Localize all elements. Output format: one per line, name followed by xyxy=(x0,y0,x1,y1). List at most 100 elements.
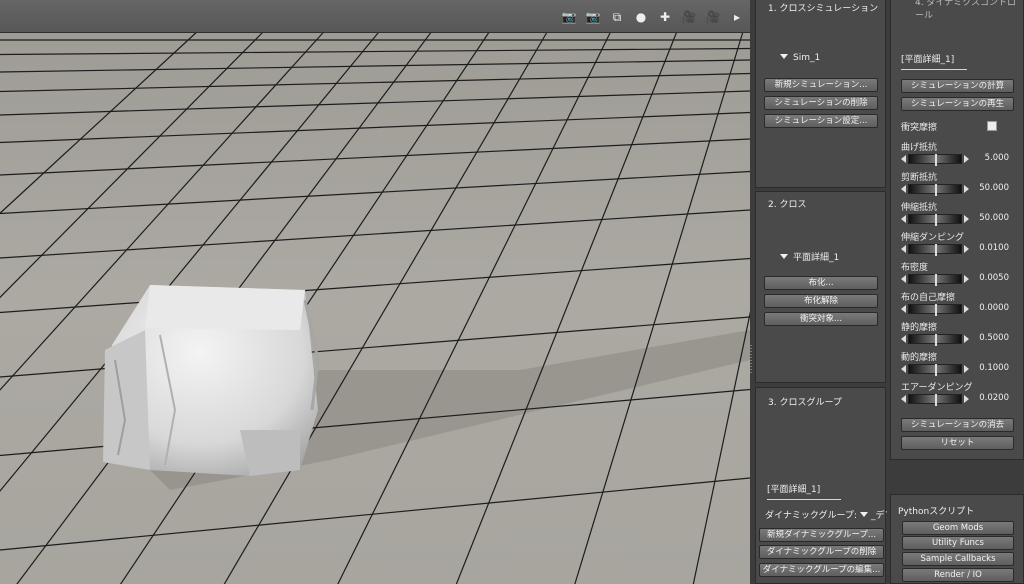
slider-track[interactable] xyxy=(908,304,962,316)
simulation-settings-button[interactable]: シミュレーション設定... xyxy=(764,114,878,128)
increment-arrow-icon[interactable] xyxy=(964,275,969,283)
dynamic-group-row[interactable]: ダイナミックグループ:_デフォルト_ xyxy=(765,508,887,521)
panel-resize-handle[interactable] xyxy=(750,345,752,375)
camera-icon[interactable]: 📷 xyxy=(584,9,602,25)
sample-callbacks-button[interactable]: Sample Callbacks xyxy=(902,552,1014,566)
slider-thumb[interactable] xyxy=(935,364,937,376)
cloth-self-friction-slider[interactable] xyxy=(901,304,969,316)
expand-triangle-icon[interactable] xyxy=(780,54,788,59)
slider-track[interactable] xyxy=(908,184,962,196)
unclothify-button[interactable]: 布化解除 xyxy=(764,294,878,308)
simulation-node[interactable]: Sim_1 xyxy=(780,53,820,63)
divider xyxy=(901,69,967,70)
slider-thumb[interactable] xyxy=(935,154,937,166)
slider-track[interactable] xyxy=(908,364,962,376)
camera-frame-icon[interactable]: ⧉ xyxy=(608,9,626,25)
slider-thumb[interactable] xyxy=(935,184,937,196)
utility-funcs-button[interactable]: Utility Funcs xyxy=(902,536,1014,550)
increment-arrow-icon[interactable] xyxy=(964,365,969,373)
shear-resistance-slider[interactable] xyxy=(901,184,969,196)
dropdown-triangle-icon[interactable] xyxy=(859,512,868,517)
decrement-arrow-icon[interactable] xyxy=(901,335,906,343)
clothify-button[interactable]: 布化... xyxy=(764,276,878,290)
geom-mods-button[interactable]: Geom Mods xyxy=(902,521,1014,535)
new-dynamic-group-button[interactable]: 新規ダイナミックグループ... xyxy=(759,528,884,542)
draped-cloth xyxy=(103,285,320,476)
dot-icon[interactable]: ● xyxy=(632,9,650,25)
edit-dynamic-group-button[interactable]: ダイナミックグループの編集... xyxy=(759,563,884,577)
increment-arrow-icon[interactable] xyxy=(964,245,969,253)
increment-arrow-icon[interactable] xyxy=(964,335,969,343)
collision-objects-button[interactable]: 衝突対象... xyxy=(764,312,878,326)
increment-arrow-icon[interactable] xyxy=(964,155,969,163)
dynamics-controls-panel: 4. ダイナミクスコントロール [平面詳細_1] シミュレーションの計算 シミュ… xyxy=(890,0,1024,460)
dynamic-friction-label: 動的摩擦 xyxy=(901,353,938,363)
slider-track[interactable] xyxy=(908,154,962,166)
play-simulation-button[interactable]: シミュレーションの再生 xyxy=(901,97,1014,111)
decrement-arrow-icon[interactable] xyxy=(901,275,906,283)
slider-track[interactable] xyxy=(908,214,962,226)
decrement-arrow-icon[interactable] xyxy=(901,365,906,373)
increment-arrow-icon[interactable] xyxy=(964,185,969,193)
decrement-arrow-icon[interactable] xyxy=(901,395,906,403)
bend-resistance-value[interactable]: 5.000 xyxy=(985,153,1009,163)
decrement-arrow-icon[interactable] xyxy=(901,185,906,193)
slider-track[interactable] xyxy=(908,334,962,346)
compute-simulation-button[interactable]: シミュレーションの計算 xyxy=(901,79,1014,93)
cloth-density-label: 布密度 xyxy=(901,263,929,273)
panel-title: Pythonスクリプト xyxy=(898,507,975,517)
reset-button[interactable]: リセット xyxy=(901,436,1014,450)
stretch-damping-slider[interactable] xyxy=(901,244,969,256)
decrement-arrow-icon[interactable] xyxy=(901,215,906,223)
clear-simulation-button[interactable]: シミュレーションの消去 xyxy=(901,418,1014,432)
stretch-damping-value[interactable]: 0.0100 xyxy=(979,243,1009,253)
slider-thumb[interactable] xyxy=(935,334,937,346)
expand-triangle-icon[interactable] xyxy=(780,254,788,259)
delete-simulation-button[interactable]: シミュレーションの削除 xyxy=(764,96,878,110)
new-simulation-button[interactable]: 新規シミュレーション... xyxy=(764,78,878,92)
delete-dynamic-group-button[interactable]: ダイナミックグループの削除 xyxy=(759,545,884,559)
cloth-density-value[interactable]: 0.0050 xyxy=(979,273,1009,283)
cloth-self-friction-value[interactable]: 0.0000 xyxy=(979,303,1009,313)
camera-icon[interactable]: 📷 xyxy=(560,9,578,25)
decrement-arrow-icon[interactable] xyxy=(901,155,906,163)
stretch-resistance-slider[interactable] xyxy=(901,214,969,226)
decrement-arrow-icon[interactable] xyxy=(901,245,906,253)
slider-thumb[interactable] xyxy=(935,274,937,286)
globe-icon[interactable]: ✚ xyxy=(656,9,674,25)
movie-camera-icon[interactable]: 🎥 xyxy=(680,9,698,25)
3d-viewport[interactable]: 📷 📷 ⧉ ● ✚ 🎥 🎥 ▸ xyxy=(0,0,750,584)
cloth-node[interactable]: 平面詳細_1 xyxy=(780,250,839,263)
slider-thumb[interactable] xyxy=(935,304,937,316)
slider-thumb[interactable] xyxy=(935,244,937,256)
increment-arrow-icon[interactable] xyxy=(964,305,969,313)
dynamic-friction-slider[interactable] xyxy=(901,364,969,376)
increment-arrow-icon[interactable] xyxy=(964,215,969,223)
render-io-button[interactable]: Render / IO xyxy=(902,568,1014,582)
decrement-arrow-icon[interactable] xyxy=(901,305,906,313)
panel-title: 2. クロス xyxy=(768,200,807,210)
cloth-density-slider[interactable] xyxy=(901,274,969,286)
static-friction-value[interactable]: 0.5000 xyxy=(979,333,1009,343)
shear-resistance-value[interactable]: 50.000 xyxy=(979,183,1009,193)
air-damping-slider[interactable] xyxy=(901,394,969,406)
increment-arrow-icon[interactable] xyxy=(964,395,969,403)
air-damping-label: エアーダンピング xyxy=(901,383,973,393)
static-friction-slider[interactable] xyxy=(901,334,969,346)
bend-resistance-slider[interactable] xyxy=(901,154,969,166)
collision-friction-checkbox[interactable] xyxy=(987,121,997,131)
scene-render xyxy=(0,0,750,584)
movie-camera-icon[interactable]: 🎥 xyxy=(704,9,722,25)
slider-thumb[interactable] xyxy=(935,214,937,226)
stretch-resistance-value[interactable]: 50.000 xyxy=(979,213,1009,223)
collision-friction-label: 衝突摩擦 xyxy=(901,123,938,133)
arrow-right-icon[interactable]: ▸ xyxy=(728,9,746,25)
slider-track[interactable] xyxy=(908,274,962,286)
slider-track[interactable] xyxy=(908,394,962,406)
dynamic-friction-value[interactable]: 0.1000 xyxy=(979,363,1009,373)
selected-object-label: [平面詳細_1] xyxy=(767,485,821,495)
air-damping-value[interactable]: 0.0200 xyxy=(979,393,1009,403)
slider-thumb[interactable] xyxy=(935,394,937,406)
stretch-resistance-label: 伸縮抵抗 xyxy=(901,203,938,213)
slider-track[interactable] xyxy=(908,244,962,256)
